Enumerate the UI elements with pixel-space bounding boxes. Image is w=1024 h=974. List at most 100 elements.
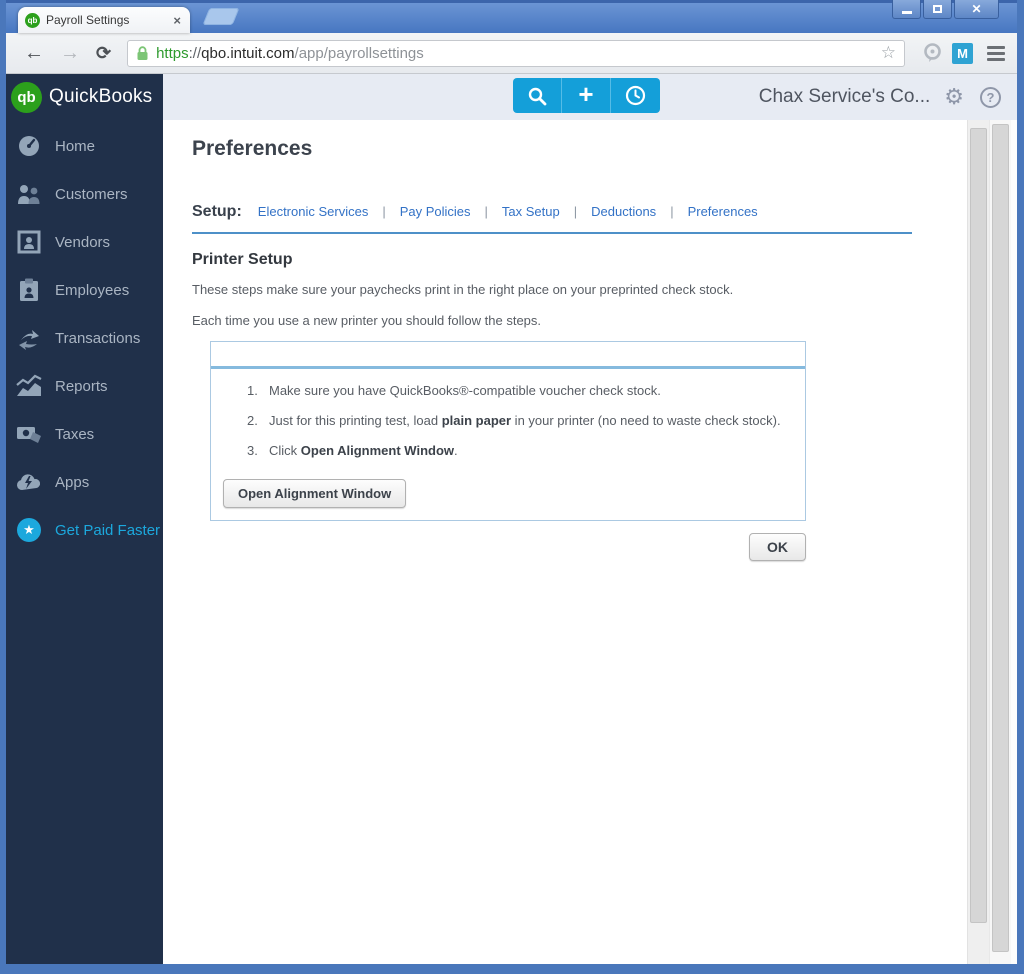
sidebar-nav: Home Customers Vendors Employees Transac… [6, 122, 163, 554]
get-paid-faster-star-icon: ★ [16, 518, 42, 542]
printer-setup-intro-1: These steps make sure your paychecks pri… [192, 282, 734, 297]
ok-button-row: OK [192, 533, 806, 561]
sidebar-item-apps[interactable]: Apps [6, 458, 163, 506]
minimize-button[interactable] [892, 0, 921, 19]
setup-link-preferences[interactable]: Preferences [688, 204, 758, 219]
app-header: + Chax Service's Co... ⚙ ? [163, 74, 1017, 120]
sidebar-item-customers[interactable]: Customers [6, 170, 163, 218]
reload-icon[interactable]: ⟳ [88, 43, 119, 64]
content-row: Preferences Setup: Electronic Services |… [163, 120, 1017, 964]
browser-toolbar: ← → ⟳ https://qbo.intuit.com/app/payroll… [6, 33, 1017, 74]
mail-extension-icon[interactable]: M [952, 42, 973, 64]
setup-link-deductions[interactable]: Deductions [591, 204, 656, 219]
sidebar-item-home[interactable]: Home [6, 122, 163, 170]
sidebar-item-get-paid-faster[interactable]: ★ Get Paid Faster [6, 506, 163, 554]
main-content: Preferences Setup: Electronic Services |… [163, 120, 967, 964]
sidebar-item-vendors[interactable]: Vendors [6, 218, 163, 266]
setup-link-pay-policies[interactable]: Pay Policies [400, 204, 471, 219]
sidebar-item-label: Employees [55, 281, 130, 299]
customers-people-icon [16, 182, 42, 206]
window-controls: ✕ [890, 0, 999, 19]
separator: | [573, 204, 578, 219]
url-scheme: https [156, 44, 189, 62]
sidebar-item-employees[interactable]: Employees [6, 266, 163, 314]
sidebar-item-label: Vendors [55, 233, 111, 251]
step-text: Click Open Alignment Window. [269, 443, 458, 458]
tab-close-icon[interactable]: × [171, 13, 183, 28]
browser-tab[interactable]: qb Payroll Settings × [18, 7, 190, 33]
setup-nav: Setup: Electronic Services | Pay Policie… [192, 203, 967, 221]
sidebar-item-label: Transactions [55, 329, 141, 347]
url-domain: qbo.intuit.com [201, 44, 295, 62]
quickbooks-app: qb QuickBooks Home Customers Vendors Emp… [6, 74, 1017, 964]
reports-chart-icon [16, 374, 42, 398]
sidebar-item-label: Apps [55, 473, 90, 491]
maximize-button[interactable] [923, 0, 952, 19]
section-divider [192, 232, 912, 234]
right-pane: + Chax Service's Co... ⚙ ? Preferences S… [163, 74, 1017, 964]
sidebar-item-label: Customers [55, 185, 128, 203]
quickbooks-logo-text: QuickBooks [49, 86, 153, 107]
sidebar-item-label: Reports [55, 377, 108, 395]
new-tab-button[interactable] [202, 8, 240, 25]
step-item: 3. Click Open Alignment Window. [247, 443, 795, 458]
step-text: Just for this printing test, load plain … [269, 413, 781, 428]
page-scrollbar-thumb[interactable] [992, 124, 1009, 952]
sidebar-item-transactions[interactable]: Transactions [6, 314, 163, 362]
setup-link-electronic-services[interactable]: Electronic Services [258, 204, 369, 219]
quickbooks-favicon-icon: qb [25, 12, 40, 28]
tab-title: Payroll Settings [46, 13, 130, 27]
search-icon [528, 87, 547, 105]
taxes-money-icon [16, 422, 42, 446]
quickbooks-logo-icon: qb [11, 81, 42, 113]
clock-icon [625, 85, 646, 106]
plus-icon: + [578, 79, 594, 109]
create-button[interactable]: + [562, 78, 611, 113]
printer-steps-panel: 1. Make sure you have QuickBooks®-compat… [210, 341, 806, 521]
sidebar-item-label: Get Paid Faster [55, 521, 161, 539]
browser-titlebar: qb Payroll Settings × ✕ [6, 0, 1017, 33]
sidebar-item-reports[interactable]: Reports [6, 362, 163, 410]
browser-window: qb Payroll Settings × ✕ ← → ⟳ https://qb… [0, 0, 1024, 974]
help-icon[interactable]: ? [980, 86, 1001, 108]
recent-transactions-button[interactable] [611, 78, 660, 113]
bookmark-star-icon[interactable]: ☆ [881, 43, 896, 63]
gear-icon[interactable]: ⚙ [944, 86, 964, 108]
content-scrollbar[interactable] [967, 120, 989, 964]
chrome-menu-icon[interactable] [985, 44, 1007, 63]
step-item: 1. Make sure you have QuickBooks®-compat… [247, 383, 795, 398]
sidebar-item-taxes[interactable]: Taxes [6, 410, 163, 458]
close-button[interactable]: ✕ [954, 0, 999, 19]
ssl-lock-icon [137, 45, 148, 60]
sidebar: qb QuickBooks Home Customers Vendors Emp… [6, 74, 163, 964]
sidebar-item-label: Home [55, 137, 96, 155]
setup-link-tax-setup[interactable]: Tax Setup [502, 204, 560, 219]
step-number: 3. [247, 443, 258, 458]
header-button-group: + [513, 78, 660, 113]
close-icon: ✕ [971, 2, 982, 16]
voice-extension-icon[interactable] [923, 43, 942, 63]
separator: | [484, 204, 488, 219]
company-name: Chax Service's Co... [758, 86, 931, 107]
steps-list: 1. Make sure you have QuickBooks®-compat… [211, 369, 805, 475]
home-gauge-icon [16, 134, 42, 158]
apps-cloud-icon [16, 470, 42, 494]
page-scrollbar[interactable] [989, 120, 1011, 964]
panel-button-row: Open Alignment Window [211, 475, 805, 520]
vendors-badge-icon [16, 230, 42, 254]
quickbooks-logo[interactable]: qb QuickBooks [6, 74, 163, 120]
separator: | [382, 204, 386, 219]
ok-button[interactable]: OK [749, 533, 806, 561]
url-text[interactable]: https://qbo.intuit.com/app/payrollsettin… [156, 45, 873, 62]
step-number: 2. [247, 413, 258, 428]
forward-icon[interactable]: → [52, 42, 88, 65]
search-button[interactable] [513, 78, 562, 113]
open-alignment-window-button[interactable]: Open Alignment Window [223, 479, 407, 508]
back-icon[interactable]: ← [16, 42, 52, 65]
url-path: /app/payrollsettings [294, 44, 424, 62]
address-bar[interactable]: https://qbo.intuit.com/app/payrollsettin… [127, 39, 905, 67]
step-item: 2. Just for this printing test, load pla… [247, 413, 795, 428]
url-separator: :// [188, 44, 202, 62]
step-number: 1. [247, 383, 258, 398]
content-scrollbar-thumb[interactable] [970, 128, 987, 923]
